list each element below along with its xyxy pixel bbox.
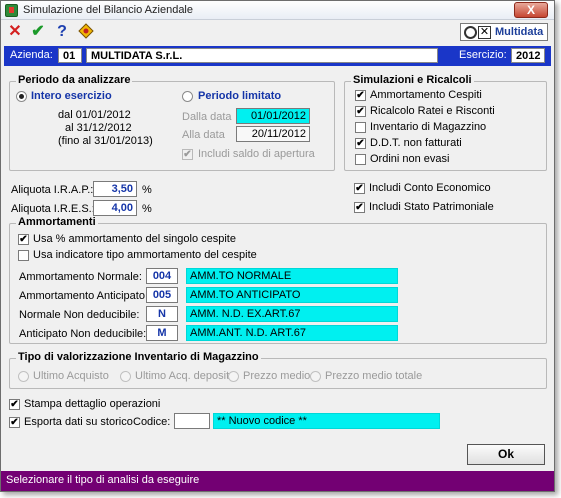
confirm-icon[interactable]: ✔ <box>29 23 47 41</box>
esporta-storico-label: Esporta dati su storico <box>24 416 133 428</box>
ddt-non-fatturati-checkbox[interactable]: ✔ <box>355 138 366 149</box>
inventario-title: Tipo di valorizzazione Inventario di Mag… <box>16 351 261 363</box>
esporta-storico-checkbox[interactable]: ✔ <box>9 417 20 428</box>
ires-field[interactable]: 4,00 <box>93 200 137 216</box>
title-bar: Simulazione del Bilancio Aziendale X <box>1 1 554 20</box>
close-window-button[interactable]: X <box>514 2 548 18</box>
ammortamenti-group: Ammortamenti ✔ Usa % ammortamento del si… <box>9 216 547 344</box>
esercizio-label: Esercizio: <box>459 49 507 61</box>
app-icon <box>5 4 18 17</box>
prezzo-medio-radio[interactable] <box>228 371 239 382</box>
conto-economico-checkbox[interactable]: ✔ <box>354 183 365 194</box>
esercizio-field[interactable]: 2012 <box>511 48 545 63</box>
conto-economico-label: Includi Conto Economico <box>369 182 491 194</box>
codice-field[interactable] <box>174 413 210 429</box>
saldo-apertura-label: Includi saldo di apertura <box>198 148 315 160</box>
normale-non-deducibile-label: Normale Non deducibile: <box>19 309 140 321</box>
ammortamento-anticipato-code[interactable]: 005 <box>146 287 178 303</box>
prezzo-medio-totale-label: Prezzo medio totale <box>325 370 423 382</box>
normale-non-deducibile-desc: AMM. N.D. EX.ART.67 <box>186 306 398 322</box>
periodo-limitato-label[interactable]: Periodo limitato <box>198 90 281 102</box>
normale-non-deducibile-code[interactable]: N <box>146 306 178 322</box>
azienda-code-field[interactable]: 01 <box>58 48 82 63</box>
simulazioni-title: Simulazioni e Ricalcoli <box>351 74 474 86</box>
ultimo-acquisto-label: Ultimo Acquisto <box>33 370 109 382</box>
azienda-name-field: MULTIDATA S.r.L. <box>86 48 438 63</box>
codice-label: Codice: <box>133 416 171 428</box>
dalla-data-field[interactable]: 01/01/2012 <box>236 108 310 124</box>
saldo-apertura-checkbox[interactable]: ✔ <box>182 149 193 160</box>
dal-text: dal 01/01/2012 <box>58 109 131 121</box>
ordini-non-evasi-label: Ordini non evasi <box>370 153 450 165</box>
ires-percent: % <box>142 203 152 215</box>
inventario-group: Tipo di valorizzazione Inventario di Mag… <box>9 351 547 389</box>
prezzo-medio-totale-radio[interactable] <box>310 371 321 382</box>
ordini-non-evasi-checkbox[interactable] <box>355 154 366 165</box>
inventario-magazzino-label: Inventario di Magazzino <box>370 121 487 133</box>
stato-patrimoniale-label: Includi Stato Patrimoniale <box>369 201 494 213</box>
prezzo-medio-label: Prezzo medio <box>243 370 311 382</box>
ammortamento-anticipato-desc: AMM.TO ANTICIPATO <box>186 287 398 303</box>
anticipato-non-deducibile-code[interactable]: M <box>146 325 178 341</box>
dialog-window: Simulazione del Bilancio Aziendale X ✕ ✔… <box>0 0 555 492</box>
cancel-icon[interactable]: ✕ <box>6 23 24 41</box>
alla-data-label: Alla data <box>182 129 225 141</box>
periodo-limitato-radio[interactable] <box>182 91 193 102</box>
ammortamento-normale-label: Ammortamento Normale: <box>19 271 142 283</box>
periodo-group: Periodo da analizzare Intero esercizio d… <box>9 74 335 171</box>
logo-text: Multidata <box>495 26 544 38</box>
help-icon[interactable]: ? <box>53 23 71 41</box>
intero-esercizio-label[interactable]: Intero esercizio <box>31 90 112 102</box>
simulazioni-group: Simulazioni e Ricalcoli ✔ Ammortamento C… <box>344 74 547 171</box>
nuovo-codice-field: ** Nuovo codice ** <box>213 413 440 429</box>
ultimo-acq-deposito-label: Ultimo Acq. deposito <box>135 370 236 382</box>
dalla-data-label: Dalla data <box>182 111 232 123</box>
ddt-non-fatturati-label: D.D.T. non fatturati <box>370 137 462 149</box>
logo-ring-icon <box>464 26 477 39</box>
ok-button[interactable]: Ok <box>467 444 545 465</box>
ammortamento-cespiti-checkbox[interactable]: ✔ <box>355 90 366 101</box>
irap-percent: % <box>142 184 152 196</box>
ratei-risconti-label: Ricalcolo Ratei e Risconti <box>370 105 495 117</box>
stato-patrimoniale-checkbox[interactable]: ✔ <box>354 202 365 213</box>
status-bar: Selezionare il tipo di analisi da esegui… <box>1 471 554 491</box>
intero-esercizio-radio[interactable] <box>16 91 27 102</box>
multidata-logo: ✕ Multidata <box>460 23 548 41</box>
window-title: Simulazione del Bilancio Aziendale <box>23 4 193 16</box>
options-icon[interactable] <box>77 23 95 41</box>
fino-text: (fino al 31/01/2013) <box>58 135 153 147</box>
azienda-label: Azienda: <box>10 49 53 61</box>
ammortamenti-title: Ammortamenti <box>16 216 98 228</box>
irap-label: Aliquota I.R.A.P.: <box>11 184 94 196</box>
company-header: Azienda: 01 MULTIDATA S.r.L. Esercizio: … <box>4 46 551 66</box>
usa-perc-checkbox[interactable]: ✔ <box>18 234 29 245</box>
anticipato-non-deducibile-label: Anticipato Non deducibile: <box>19 328 147 340</box>
stampa-dettaglio-checkbox[interactable]: ✔ <box>9 399 20 410</box>
toolbar: ✕ ✔ ? ✕ Multidata <box>1 21 554 43</box>
inventario-magazzino-checkbox[interactable] <box>355 122 366 133</box>
ammortamento-normale-code[interactable]: 004 <box>146 268 178 284</box>
ammortamento-cespiti-label: Ammortamento Cespiti <box>370 89 482 101</box>
usa-indicatore-checkbox[interactable] <box>18 250 29 261</box>
ratei-risconti-checkbox[interactable]: ✔ <box>355 106 366 117</box>
alla-data-field[interactable]: 20/11/2012 <box>236 126 310 142</box>
ultimo-acq-deposito-radio[interactable] <box>120 371 131 382</box>
usa-perc-label: Usa % ammortamento del singolo cespite <box>33 233 236 245</box>
irap-field[interactable]: 3,50 <box>93 181 137 197</box>
logo-cross-icon: ✕ <box>478 26 491 39</box>
ultimo-acquisto-radio[interactable] <box>18 371 29 382</box>
periodo-title: Periodo da analizzare <box>16 74 133 86</box>
anticipato-non-deducibile-desc: AMM.ANT. N.D. ART.67 <box>186 325 398 341</box>
stampa-dettaglio-label: Stampa dettaglio operazioni <box>24 398 161 410</box>
usa-indicatore-label: Usa indicatore tipo ammortamento del ces… <box>33 249 257 261</box>
ires-label: Aliquota I.R.E.S.: <box>11 203 95 215</box>
al-text: al 31/12/2012 <box>65 122 132 134</box>
ammortamento-anticipato-label: Ammortamento Anticipato: <box>19 290 149 302</box>
ammortamento-normale-desc: AMM.TO NORMALE <box>186 268 398 284</box>
